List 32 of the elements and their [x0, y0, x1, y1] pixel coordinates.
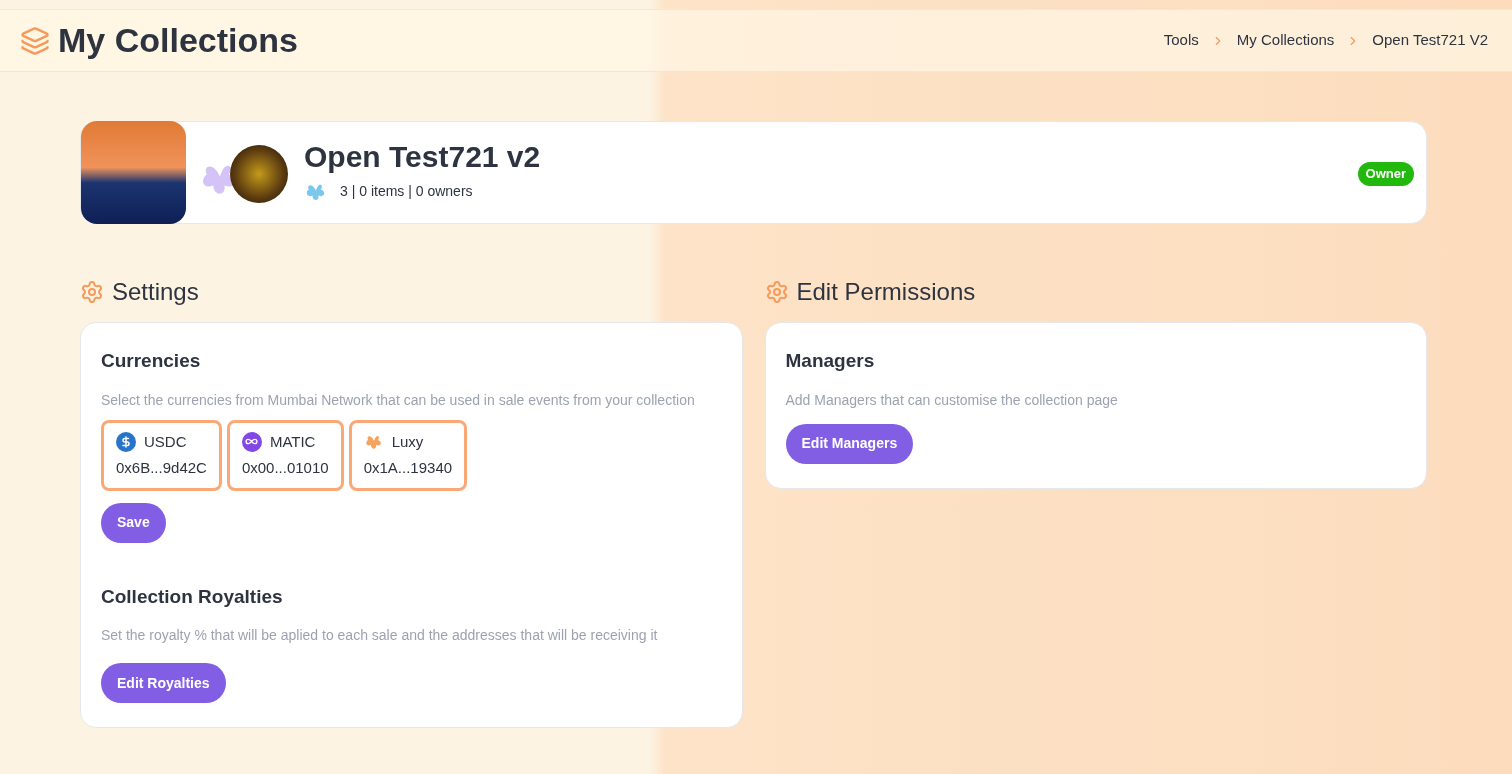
card-heading: Currencies: [101, 349, 202, 373]
page-title: My Collections: [58, 20, 298, 61]
settings-icon: [764, 280, 789, 304]
card-heading: Collection Royalties: [101, 584, 284, 609]
edit-managers-button[interactable]: Edit Managers: [785, 423, 914, 464]
currency-name: MATIC: [269, 431, 316, 452]
currency-name: USDC: [144, 431, 187, 452]
currency-address: 0x00...01010: [241, 458, 329, 478]
layers-icon: [20, 25, 50, 56]
collection-name: Open Test721 v2: [304, 141, 542, 172]
collection-stats: 3 | 0 items | 0 owners: [340, 182, 473, 201]
infinity-coin-icon: [241, 431, 262, 452]
card-description: Add Managers that can customise the collection page: [785, 390, 1119, 410]
owner-badge: Owner: [1357, 162, 1414, 186]
currency-option[interactable]: USDC 0x6B...9d42C: [101, 419, 222, 491]
settings-icon: [80, 280, 104, 304]
dollar-coin-icon: [116, 431, 136, 452]
currency-address: 0x6B...9d42C: [116, 458, 207, 478]
save-button[interactable]: Save: [101, 502, 166, 543]
currency-address: 0x1A...19340: [363, 458, 453, 478]
breadcrumb-link[interactable]: Tools: [1163, 29, 1199, 52]
breadcrumb-link[interactable]: Open Test721 V2: [1372, 29, 1488, 52]
section-title: Settings: [112, 277, 199, 307]
section-title: Edit Permissions: [796, 277, 976, 307]
currency-name: Luxy: [391, 431, 424, 452]
currency-option[interactable]: Luxy 0x1A...19340: [348, 419, 468, 491]
edit-royalties-button[interactable]: Edit Royalties: [101, 663, 226, 703]
card-heading: Managers: [785, 349, 876, 373]
card-description: Set the royalty % that will be aplied to each sale and the addresses that will be receiving it: [101, 626, 659, 645]
card-description: Select the currencies from Mumbai Network that can be used in sale events from your collection: [101, 390, 696, 410]
breadcrumb-link[interactable]: My Collections: [1236, 29, 1335, 52]
currency-option[interactable]: MATIC 0x00...01010: [226, 419, 344, 491]
